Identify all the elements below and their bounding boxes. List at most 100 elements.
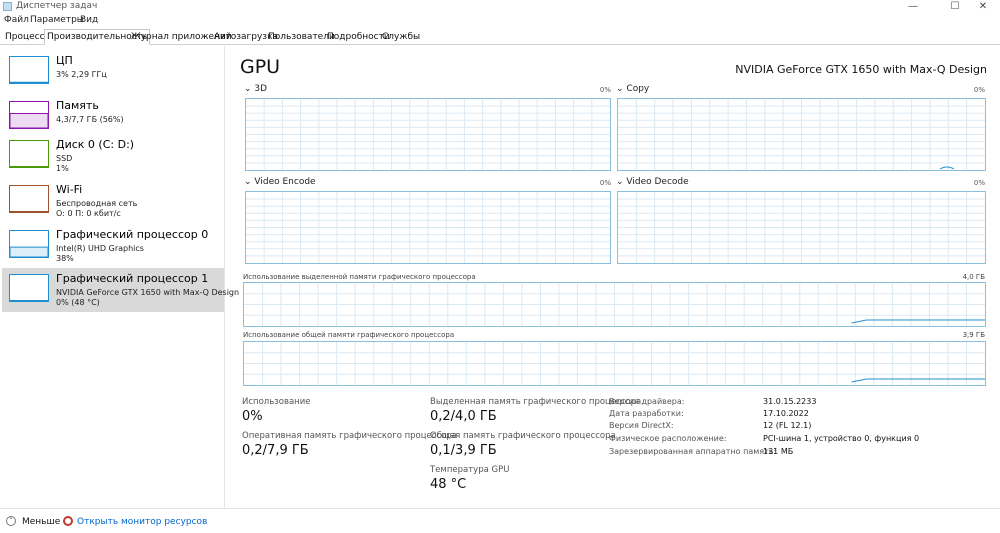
tab-bar: Процессы Производительность Журнал прило… bbox=[0, 28, 1000, 45]
engine-name: Video Decode bbox=[626, 177, 689, 187]
sidebar-item-detail: 0% (48 °C) bbox=[56, 298, 100, 307]
sidebar-item-disk[interactable]: Диск 0 (C: D:) SSD 1% bbox=[2, 134, 224, 178]
dedicated-memory-max: 4,0 ГБ bbox=[962, 273, 985, 281]
temperature-value: 48 °C bbox=[430, 477, 467, 492]
engine-name: Video Encode bbox=[254, 177, 316, 187]
wifi-thumbnail bbox=[9, 185, 49, 213]
fewer-details-label: Меньше bbox=[22, 517, 61, 527]
reserved-memory-label: Зарезервированная аппаратно память: bbox=[609, 447, 777, 456]
usage-level-mark bbox=[10, 299, 48, 301]
utilization-label: Использование bbox=[242, 397, 311, 407]
reserved-memory-value: 131 МБ bbox=[763, 447, 794, 456]
sidebar-item-memory[interactable]: Память 4,3/7,7 ГБ (56%) bbox=[2, 95, 224, 139]
sidebar-item-subtitle: Беспроводная сеть bbox=[56, 199, 138, 208]
task-manager-icon bbox=[3, 2, 12, 11]
menu-options[interactable]: Параметры bbox=[30, 15, 84, 25]
usage-line bbox=[851, 319, 985, 324]
engine-copy-selector[interactable]: ⌄ Copy bbox=[616, 84, 649, 94]
chevron-down-icon: ⌄ bbox=[616, 84, 624, 94]
engine-video-encode-selector[interactable]: ⌄ Video Encode bbox=[244, 177, 316, 187]
gpu0-thumbnail bbox=[9, 230, 49, 258]
sidebar-item-subtitle: 4,3/7,7 ГБ (56%) bbox=[56, 115, 124, 124]
cpu-thumbnail bbox=[9, 56, 49, 84]
sidebar-item-wifi[interactable]: Wi-Fi Беспроводная сеть О: 0 П: 0 кбит/с bbox=[2, 179, 224, 223]
open-resource-monitor-label: Открыть монитор ресурсов bbox=[77, 517, 208, 527]
dedicated-memory-value: 0,2/4,0 ГБ bbox=[430, 409, 497, 424]
tab-services[interactable]: Службы bbox=[380, 30, 422, 44]
engine-percent: 0% bbox=[599, 179, 611, 187]
engine-video-encode-graph bbox=[245, 191, 611, 264]
physical-location-label: Физическое расположение: bbox=[609, 434, 727, 443]
usage-line bbox=[851, 378, 985, 383]
usage-level-mark bbox=[10, 112, 48, 128]
sidebar-item-title: Графический процессор 1 bbox=[56, 272, 209, 285]
sidebar-item-subtitle: Intel(R) UHD Graphics bbox=[56, 244, 144, 253]
sidebar-item-title: Память bbox=[56, 99, 99, 112]
sidebar-item-title: Wi-Fi bbox=[56, 183, 83, 196]
physical-location-value: PCI-шина 1, устройство 0, функция 0 bbox=[763, 434, 920, 443]
engine-video-decode-selector[interactable]: ⌄ Video Decode bbox=[616, 177, 689, 187]
sidebar-item-title: Диск 0 (C: D:) bbox=[56, 138, 135, 151]
engine-percent: 0% bbox=[973, 86, 985, 94]
dedicated-memory-graph bbox=[243, 282, 986, 327]
sidebar-item-detail: 38% bbox=[56, 254, 74, 263]
engine-percent: 0% bbox=[599, 86, 611, 94]
engine-name: 3D bbox=[254, 84, 268, 94]
sidebar-item-cpu[interactable]: ЦП 3% 2,29 ГГц bbox=[2, 50, 224, 94]
chevron-down-icon: ⌄ bbox=[244, 84, 252, 94]
dedicated-memory-graph-label: Использование выделенной памяти графичес… bbox=[243, 273, 476, 281]
sidebar-item-detail: О: 0 П: 0 кбит/с bbox=[56, 209, 121, 218]
disk-thumbnail bbox=[9, 140, 49, 168]
engine-video-decode-graph bbox=[617, 191, 986, 264]
engine-name: Copy bbox=[626, 84, 650, 94]
shared-memory-label: Общая память графического процессора bbox=[430, 431, 616, 441]
sidebar-item-title: Графический процессор 0 bbox=[56, 228, 209, 241]
usage-level-mark bbox=[10, 81, 48, 83]
sidebar-item-gpu1[interactable]: Графический процессор 1 NVIDIA GeForce G… bbox=[2, 268, 239, 312]
sidebar-item-detail: 1% bbox=[56, 164, 69, 173]
directx-version-label: Версия DirectX: bbox=[609, 421, 674, 430]
temperature-label: Температура GPU bbox=[430, 465, 510, 475]
title-bar: Диспетчер задач — ☐ ✕ bbox=[0, 0, 1000, 14]
chevron-up-icon: ˄ bbox=[6, 516, 16, 526]
shared-memory-graph-label: Использование общей памяти графического … bbox=[243, 331, 455, 339]
utilization-value: 0% bbox=[242, 409, 263, 424]
menu-view[interactable]: Вид bbox=[80, 15, 98, 25]
window-title: Диспетчер задач bbox=[16, 1, 98, 11]
shared-memory-value: 0,1/3,9 ГБ bbox=[430, 443, 497, 458]
engine-3d-graph bbox=[245, 98, 611, 171]
engine-3d-selector[interactable]: ⌄ 3D bbox=[244, 84, 267, 94]
engine-copy-graph bbox=[617, 98, 986, 171]
engine-percent: 0% bbox=[973, 179, 985, 187]
gpu-detail-panel: GPU NVIDIA GeForce GTX 1650 with Max-Q D… bbox=[226, 46, 1000, 508]
gpu-model-name: NVIDIA GeForce GTX 1650 with Max-Q Desig… bbox=[735, 63, 987, 76]
usage-level-mark bbox=[10, 246, 48, 257]
usage-level-mark bbox=[10, 210, 48, 212]
sidebar-item-subtitle: 3% 2,29 ГГц bbox=[56, 70, 107, 79]
directx-version-value: 12 (FL 12.1) bbox=[763, 421, 812, 430]
sidebar-item-subtitle: NVIDIA GeForce GTX 1650 with Max-Q Desig… bbox=[56, 288, 240, 297]
driver-date-label: Дата разработки: bbox=[609, 409, 684, 418]
close-button[interactable]: ✕ bbox=[960, 0, 1000, 14]
chevron-down-icon: ⌄ bbox=[616, 177, 624, 187]
gpu-memory-label: Оперативная память графического процессо… bbox=[242, 431, 457, 441]
shared-memory-graph bbox=[243, 341, 986, 386]
driver-version-label: Версия драйвера: bbox=[609, 397, 685, 406]
sidebar-item-title: ЦП bbox=[56, 54, 73, 67]
sidebar-item-gpu0[interactable]: Графический процессор 0 Intel(R) UHD Gra… bbox=[2, 224, 224, 268]
usage-level-mark bbox=[10, 165, 48, 167]
resource-monitor-icon bbox=[63, 516, 73, 526]
memory-thumbnail bbox=[9, 101, 49, 129]
driver-version-value: 31.0.15.2233 bbox=[763, 397, 817, 406]
minimize-button[interactable]: — bbox=[890, 0, 936, 14]
footer-bar: ˄ Меньше Открыть монитор ресурсов bbox=[0, 508, 1000, 533]
sidebar-item-subtitle: SSD bbox=[56, 154, 73, 163]
gpu-memory-value: 0,2/7,9 ГБ bbox=[242, 443, 309, 458]
menu-file[interactable]: Файл bbox=[4, 15, 29, 25]
shared-memory-max: 3,9 ГБ bbox=[962, 331, 985, 339]
resource-sidebar: ЦП 3% 2,29 ГГц Память 4,3/7,7 ГБ (56%) Д… bbox=[0, 46, 239, 508]
page-title: GPU bbox=[240, 56, 281, 78]
menu-bar: Файл Параметры Вид bbox=[0, 14, 1000, 28]
chevron-down-icon: ⌄ bbox=[244, 177, 252, 187]
gpu1-thumbnail bbox=[9, 274, 49, 302]
